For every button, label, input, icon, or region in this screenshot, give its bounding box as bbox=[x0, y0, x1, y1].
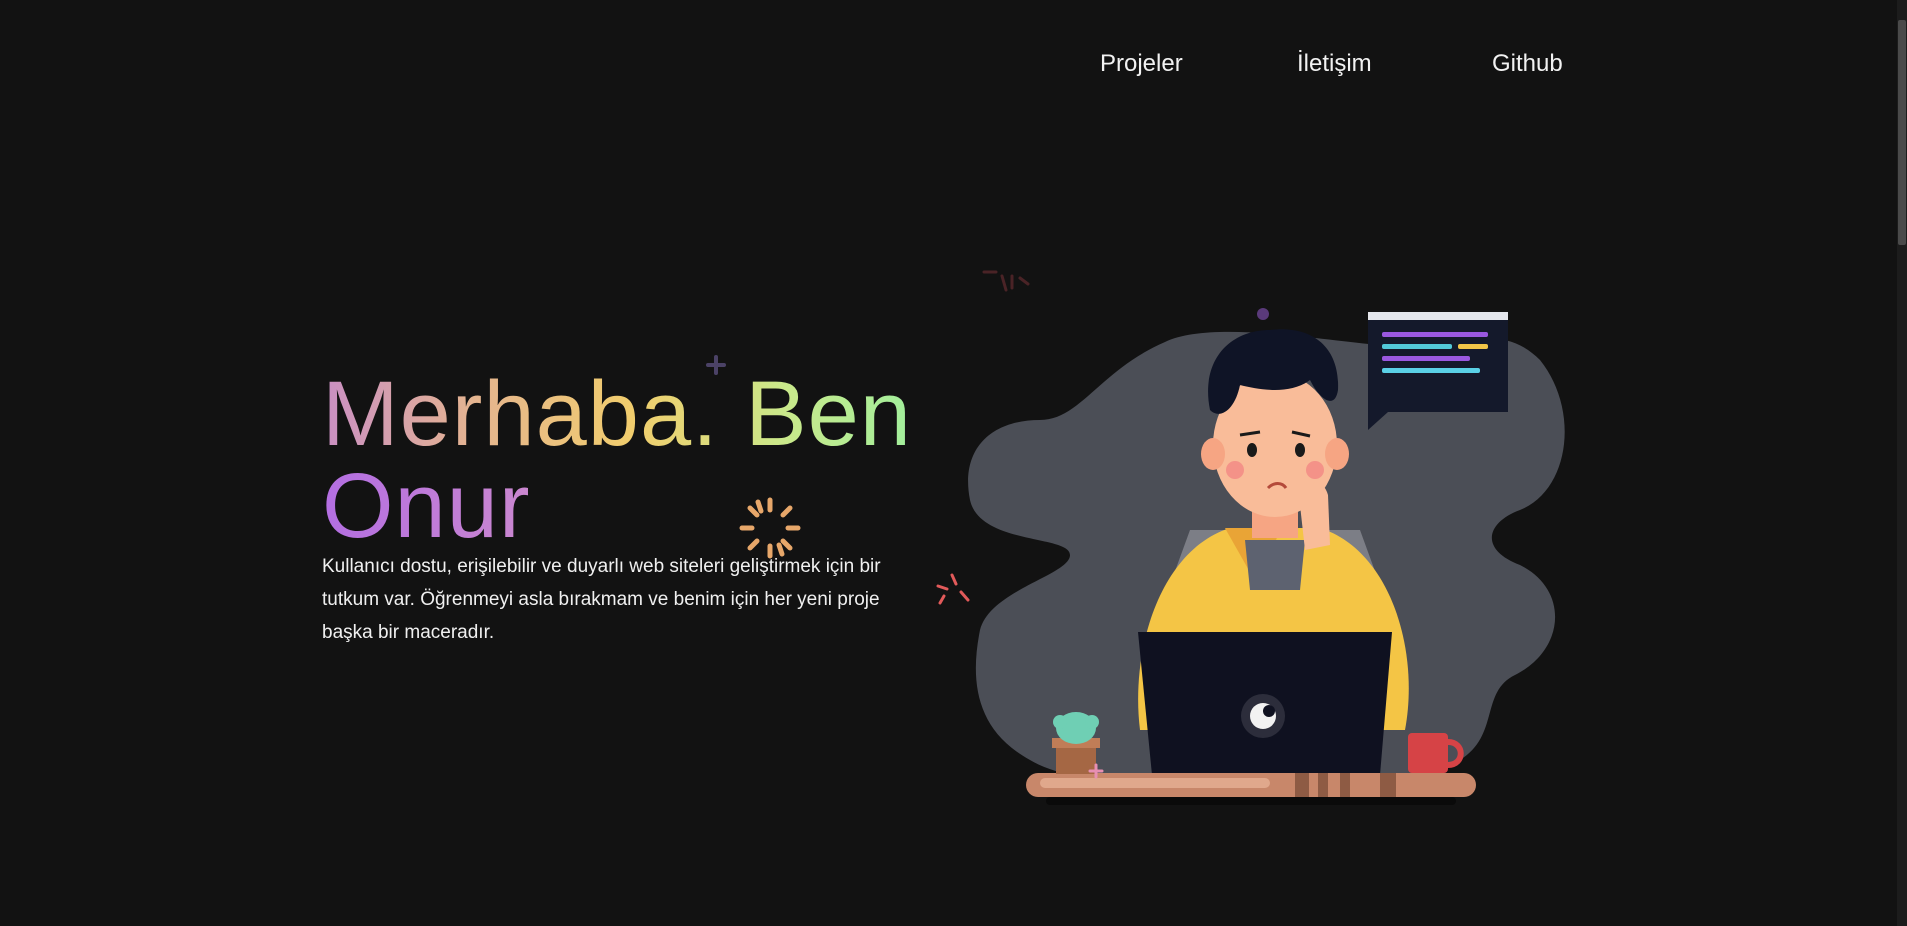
mug bbox=[1408, 733, 1448, 773]
hero-title-line1: Merhaba. Ben bbox=[322, 368, 942, 460]
developer-illustration bbox=[968, 312, 1565, 805]
plus-icon bbox=[706, 355, 726, 375]
sparkle-icon bbox=[739, 497, 801, 559]
hero-title: Merhaba. Ben Onur bbox=[322, 368, 942, 552]
hero-description: Kullanıcı dostu, erişilebilir ve duyarlı… bbox=[322, 556, 881, 643]
scrollbar-thumb[interactable] bbox=[1898, 20, 1906, 245]
scrollbar[interactable] bbox=[1897, 0, 1907, 926]
nav-link-projeler[interactable]: Projeler bbox=[1100, 50, 1183, 78]
nav-link-github[interactable]: Github bbox=[1492, 50, 1563, 78]
nav-link-iletisim[interactable]: İletişim bbox=[1297, 50, 1372, 78]
hero-title-line2: Onur bbox=[322, 460, 942, 552]
